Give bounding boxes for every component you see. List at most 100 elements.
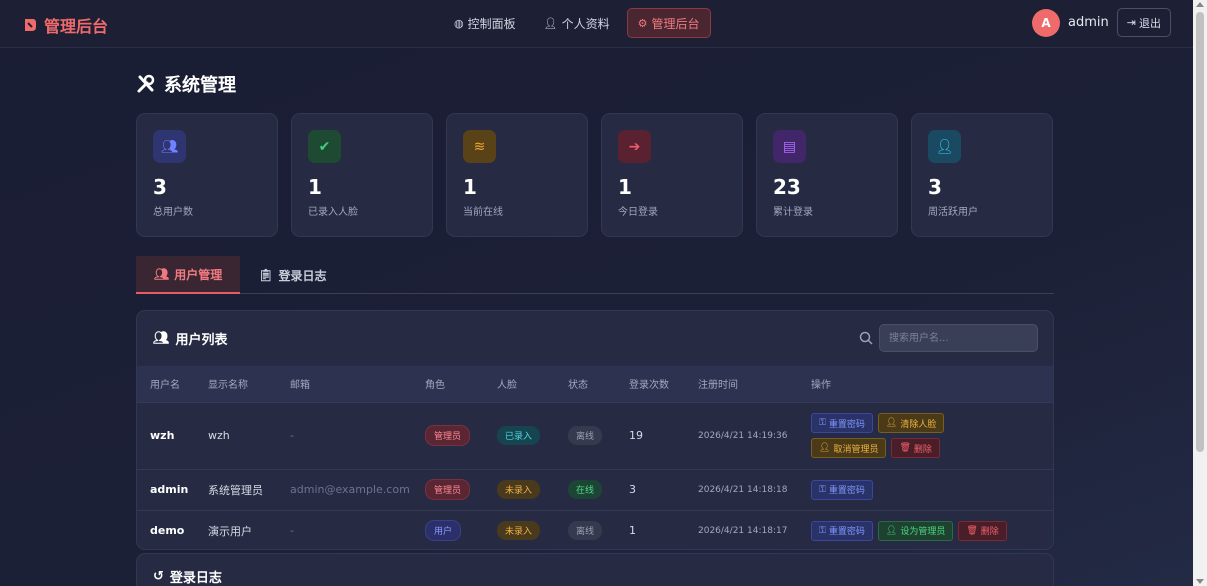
chart-icon: ▤: [773, 130, 806, 163]
col-header: 邮箱: [290, 380, 310, 392]
status-badge: 在线: [568, 480, 603, 499]
main-nav: ◍ 控制面板 👤︎ 个人资料 ⚙ 管理后台: [443, 8, 711, 38]
nav-label: 个人资料: [561, 16, 610, 31]
gear-icon: ⚙: [637, 16, 648, 30]
page-scrollbar[interactable]: [1193, 0, 1207, 586]
scroll-thumb[interactable]: [1196, 12, 1204, 452]
action-label: 删除: [913, 444, 932, 455]
cell-role: 管理员: [412, 402, 484, 469]
delete-user-button[interactable]: 🗑︎ 删除: [958, 520, 1007, 541]
user-x-icon: 👤︎: [885, 418, 898, 428]
logout-icon: ⇥: [1126, 16, 1136, 29]
page-title: 系统管理: [136, 71, 236, 97]
cell-display-name: wzh: [208, 429, 230, 442]
stat-label: 总用户数: [153, 207, 193, 218]
avatar[interactable]: A: [1032, 8, 1061, 37]
user-check-icon: ✔: [308, 130, 341, 163]
clear-face-button[interactable]: 👤︎ 清除人脸: [877, 413, 945, 433]
panel-title: ↺ 登录日志: [153, 567, 1037, 586]
stat-label: 已录入人脸: [308, 207, 358, 218]
delete-user-button[interactable]: 🗑︎ 删除: [891, 438, 940, 458]
reset-password-button[interactable]: ⚿ 重置密码: [811, 413, 873, 433]
action-label: 重置密码: [828, 527, 865, 538]
user-icon: 👤︎: [543, 16, 558, 30]
page-title-text: 系统管理: [164, 75, 236, 96]
role-badge: 管理员: [425, 425, 471, 446]
stat-label: 周活跃用户: [928, 207, 978, 218]
table-row: wzh wzh - 管理员 已录入 离线 19 2026/4/21 14:19:…: [137, 402, 1053, 469]
action-label: 清除人脸: [900, 419, 937, 430]
stat-value: 3: [153, 175, 167, 199]
panel-title-text: 登录日志: [169, 571, 222, 586]
nav-admin[interactable]: ⚙ 管理后台: [626, 8, 711, 38]
users-cog-icon: 👥︎: [154, 267, 170, 281]
make-admin-button[interactable]: 👤︎ 设为管理员: [877, 520, 954, 541]
reset-password-button[interactable]: ⚿ 重置密码: [811, 479, 873, 500]
tab-login-log[interactable]: 📋︎ 登录日志: [240, 256, 344, 294]
login-log-panel: ↺ 登录日志: [136, 553, 1054, 586]
cell-logins: 19: [629, 429, 643, 442]
action-label: 取消管理员: [833, 444, 879, 455]
tab-user-management[interactable]: 👥︎ 用户管理: [136, 256, 241, 294]
cell-username: admin: [150, 483, 189, 496]
cell-registered: 2026/4/21 14:18:17: [698, 525, 788, 536]
cell-display-name: 系统管理员: [208, 483, 263, 497]
cell-face: 未录入: [484, 469, 555, 510]
status-badge: 离线: [568, 426, 603, 445]
stat-value: 1: [463, 175, 477, 199]
cell-actions: ⚿ 重置密码: [798, 469, 1053, 510]
history-icon: ↺: [153, 569, 164, 584]
scroll-up-icon[interactable]: [1196, 2, 1204, 7]
cell-face: 未录入: [484, 510, 555, 549]
stat-card-face-enrolled: ✔ 1 已录入人脸: [291, 113, 433, 237]
logout-label: 退出: [1139, 16, 1161, 30]
cell-actions: ⚿ 重置密码 👤︎ 设为管理员 🗑︎ 删除: [798, 510, 1053, 549]
key-icon: ⚿: [819, 418, 826, 428]
user-area: A admin ⇥ 退出: [1032, 8, 1171, 37]
nav-dashboard[interactable]: ◍ 控制面板: [443, 8, 527, 38]
cell-username: demo: [150, 524, 185, 538]
stats-row: 👥︎ 3 总用户数 ✔ 1 已录入人脸 ≋ 1 当前在线 ➔ 1 今日登录 ▤ …: [136, 113, 1053, 237]
scroll-down-icon[interactable]: [1196, 579, 1204, 584]
stat-label: 累计登录: [773, 207, 813, 218]
sign-in-icon: ➔: [618, 130, 651, 163]
table-row: admin 系统管理员 admin@example.com 管理员 未录入 在线…: [137, 469, 1053, 510]
nav-profile[interactable]: 👤︎ 个人资料: [533, 8, 621, 38]
search-area: [859, 324, 1038, 352]
cell-email: -: [290, 429, 294, 442]
brand-icon: [25, 19, 36, 31]
face-badge: 未录入: [497, 480, 541, 499]
username-display: admin: [1068, 15, 1109, 30]
revoke-admin-button[interactable]: 👤︎ 取消管理员: [811, 438, 887, 458]
cell-registered: 2026/4/21 14:19:36: [698, 430, 788, 441]
key-icon: ⚿: [819, 525, 826, 536]
clipboard-icon: 📋︎: [258, 268, 274, 282]
stat-label: 当前在线: [463, 207, 503, 218]
cell-username: wzh: [150, 429, 175, 442]
users-icon: 👥︎: [153, 130, 186, 163]
status-badge: 离线: [568, 521, 603, 541]
face-badge: 已录入: [497, 426, 541, 445]
stat-card-online: ≋ 1 当前在线: [446, 113, 588, 237]
trash-icon: 🗑︎: [899, 443, 911, 453]
action-label: 重置密码: [828, 419, 865, 430]
dashboard-icon: ◍: [454, 16, 464, 30]
action-label: 设为管理员: [900, 527, 946, 538]
nav-label: 管理后台: [651, 16, 700, 31]
cell-role: 管理员: [412, 469, 484, 510]
brand-logo[interactable]: 管理后台: [22, 13, 108, 37]
cell-logins: 1: [629, 524, 636, 538]
reset-password-button[interactable]: ⚿ 重置密码: [811, 520, 873, 541]
table-header-row: 用户名 显示名称 邮箱 角色 人脸 状态 登录次数 注册时间 操作: [137, 366, 1053, 402]
logout-button[interactable]: ⇥ 退出: [1116, 8, 1171, 37]
search-input[interactable]: [879, 324, 1038, 352]
stat-card-total-users: 👥︎ 3 总用户数: [136, 113, 278, 237]
top-navbar: 管理后台 ◍ 控制面板 👤︎ 个人资料 ⚙ 管理后台 A admin ⇥ 退出: [0, 0, 1193, 48]
stat-label: 今日登录: [618, 207, 658, 218]
user-minus-icon: 👤︎: [819, 443, 831, 453]
stat-card-weekly-active: 👤︎ 3 周活跃用户: [911, 113, 1053, 237]
cell-role: 用户: [412, 510, 484, 549]
cell-actions: ⚿ 重置密码 👤︎ 清除人脸 👤︎ 取消管理员 🗑︎ 删除: [798, 402, 1053, 469]
user-list-panel: 👥︎ 用户列表 用户名 显示名称 邮箱 角色 人脸 状态 登录次数 注册时间 操…: [136, 310, 1054, 550]
cell-status: 离线: [555, 402, 616, 469]
